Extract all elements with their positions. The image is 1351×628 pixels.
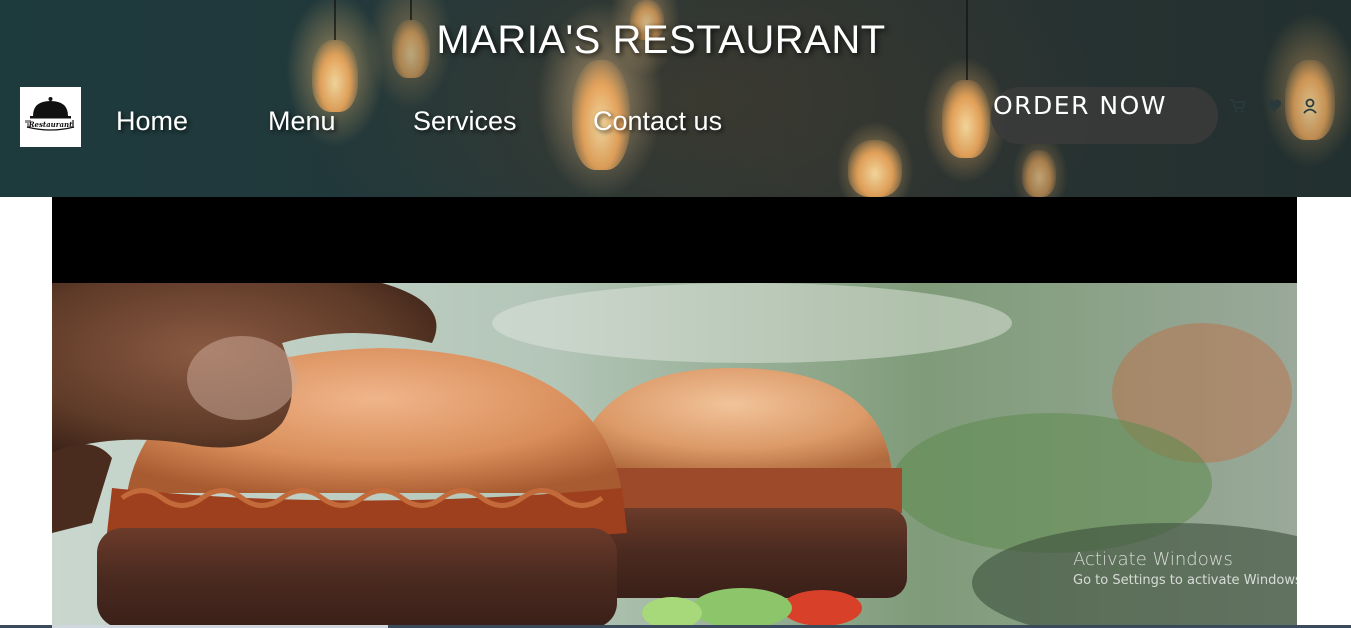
- nav-contact-us[interactable]: Contact us: [593, 106, 722, 137]
- cloche-icon: [25, 97, 75, 131]
- lamp-decoration: [942, 80, 990, 158]
- order-now-label: ORDER NOW: [993, 91, 1168, 120]
- nav-services[interactable]: Services: [413, 106, 517, 137]
- logo-text: Restaurant: [28, 120, 73, 129]
- site-header: MARIA'S RESTAURANT Restaurant Home Menu …: [0, 0, 1351, 197]
- heart-icon[interactable]: [1265, 97, 1283, 115]
- windows-activation-watermark: Activate Windows Go to Settings to activ…: [1073, 549, 1306, 588]
- activation-subtitle: Go to Settings to activate Windows.: [1073, 573, 1306, 588]
- video-letterbox: [52, 197, 1297, 283]
- restaurant-logo[interactable]: Restaurant: [20, 87, 81, 147]
- user-icon[interactable]: [1301, 97, 1319, 115]
- nav-home[interactable]: Home: [116, 106, 188, 137]
- order-now-button[interactable]: ORDER NOW: [991, 87, 1218, 144]
- activation-title: Activate Windows: [1073, 549, 1233, 570]
- lamp-decoration: [848, 140, 902, 197]
- site-title: MARIA'S RESTAURANT: [436, 18, 886, 62]
- lamp-cord: [410, 0, 412, 20]
- nav-menu[interactable]: Menu: [268, 106, 336, 137]
- lamp-decoration: [1022, 150, 1056, 197]
- cart-icon[interactable]: [1229, 97, 1247, 115]
